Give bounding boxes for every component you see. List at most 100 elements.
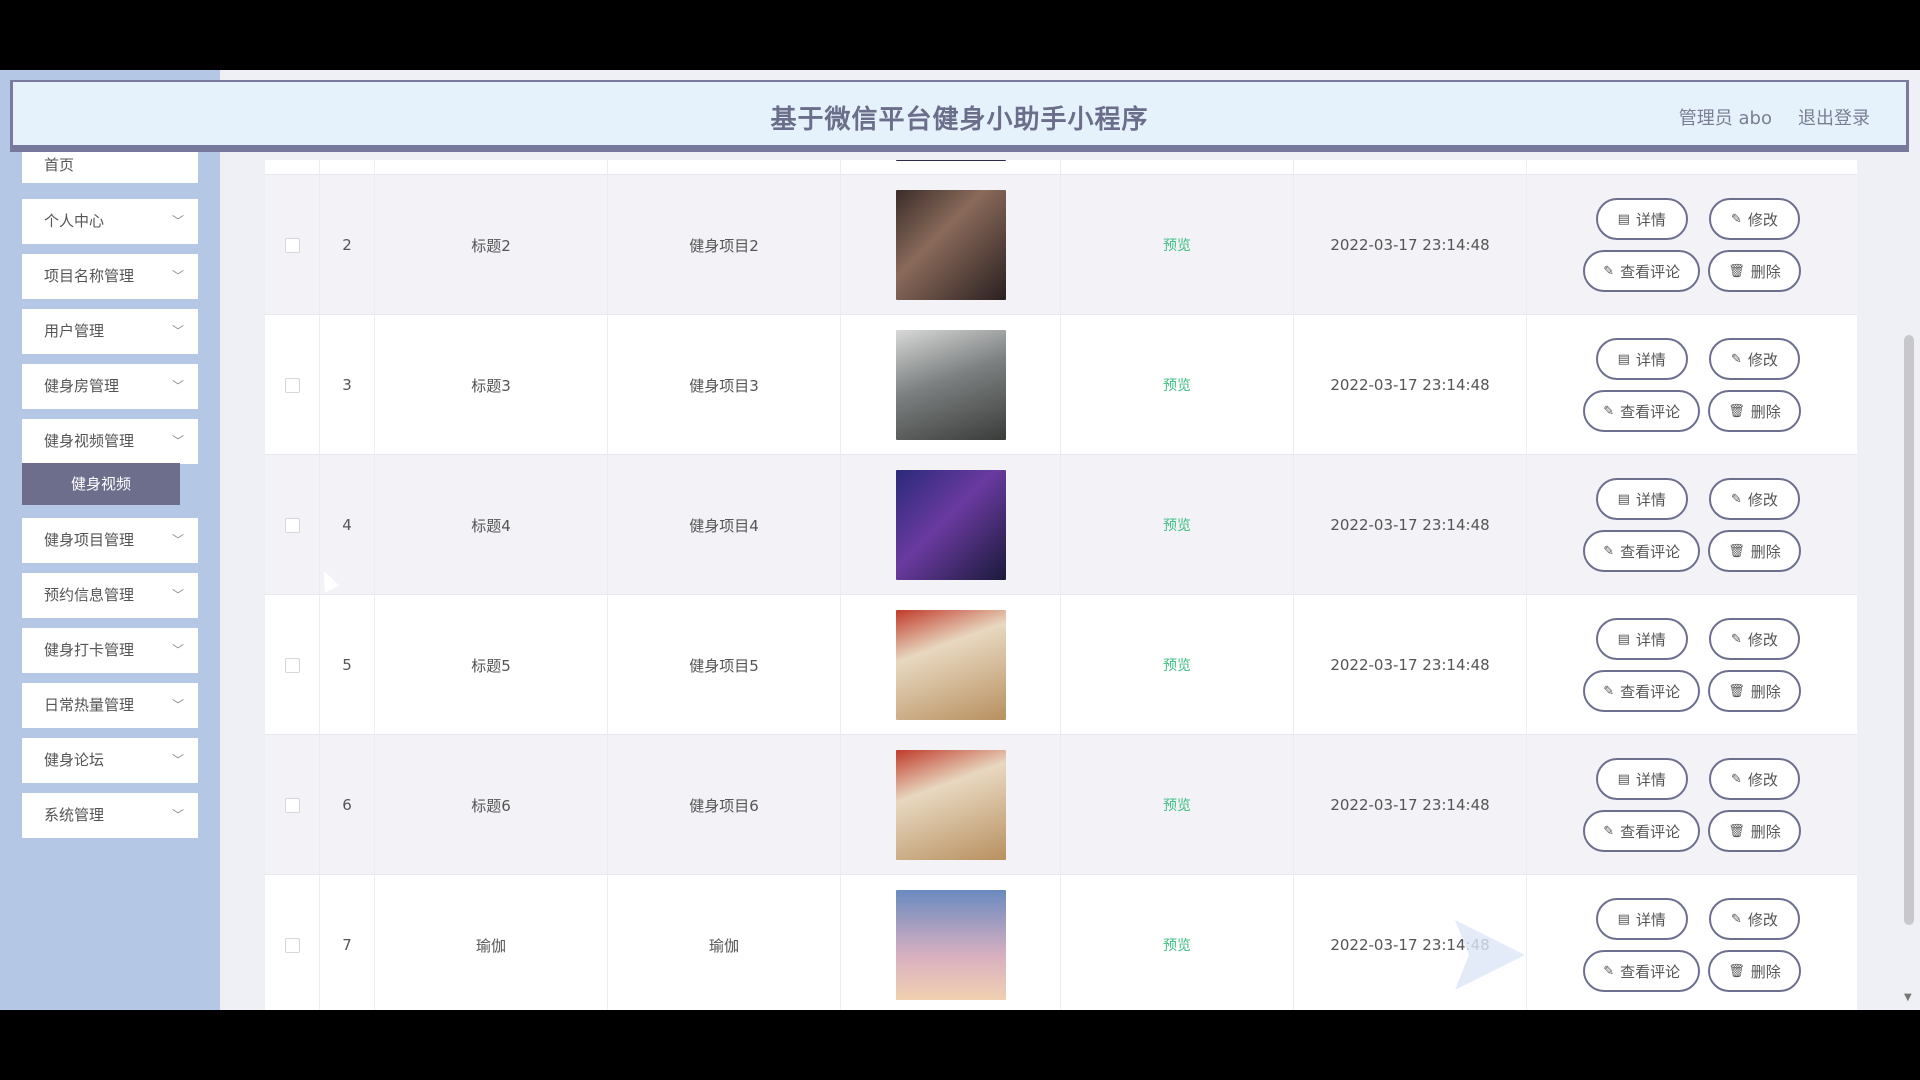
view-comments-button[interactable]: ✎ 查看评论	[1583, 810, 1701, 852]
delete-label: 删除	[1750, 542, 1781, 561]
preview-link[interactable]: 预览	[1163, 235, 1191, 255]
detail-button[interactable]: ▤ 详情	[1595, 338, 1688, 380]
edit-button[interactable]: ✎ 修改	[1708, 618, 1800, 660]
table-row: 7 瑜伽 瑜伽 预览 2022-03-17 23:14:48 ▤ 详情 ✎ 修改 ✎…	[265, 875, 1857, 1010]
detail-button[interactable]: ▤ 详情	[1595, 198, 1688, 240]
document-icon: ▤	[1617, 911, 1630, 927]
row-checkbox[interactable]	[284, 937, 300, 953]
edit-button[interactable]: ✎ 修改	[1708, 758, 1800, 800]
sidebar-item-label: 健身房管理	[44, 377, 120, 395]
row-checkbox[interactable]	[284, 517, 300, 533]
row-project: 健身项目6	[689, 796, 759, 815]
preview-link[interactable]: 预览	[1163, 515, 1191, 535]
delete-button[interactable]: 🗑 删除	[1708, 390, 1801, 432]
document-icon: ▤	[1617, 351, 1630, 367]
row-timestamp: 2022-03-17 23:14:48	[1330, 796, 1490, 814]
detail-button[interactable]: ▤ 详情	[1595, 898, 1688, 940]
view-comments-button[interactable]: ✎ 查看评论	[1583, 250, 1701, 292]
sidebar-item-calories[interactable]: 日常热量管理 ﹀	[22, 683, 198, 728]
scroll-down-arrow-icon[interactable]: ▼	[1904, 992, 1912, 1003]
vertical-scrollbar[interactable]	[1904, 335, 1914, 925]
preview-link[interactable]: 预览	[1163, 795, 1191, 815]
pencil-icon: ✎	[1603, 683, 1615, 699]
app-title: 基于微信平台健身小助手小程序	[770, 105, 1149, 135]
comments-label: 查看评论	[1620, 262, 1681, 281]
video-thumbnail[interactable]	[895, 470, 1006, 580]
video-thumbnail[interactable]	[895, 190, 1006, 300]
delete-button[interactable]: 🗑 删除	[1708, 950, 1801, 992]
sidebar-item-gyms[interactable]: 健身房管理 ﹀	[22, 364, 198, 409]
detail-label: 详情	[1635, 490, 1666, 509]
detail-button[interactable]: ▤ 详情	[1595, 758, 1688, 800]
pencil-icon: ✎	[1730, 911, 1742, 927]
pencil-icon: ✎	[1603, 963, 1615, 979]
sidebar-subitem-videos[interactable]: 健身视频	[22, 463, 180, 505]
sidebar-item-appointments[interactable]: 预约信息管理 ﹀	[22, 573, 198, 618]
logout-link[interactable]: 退出登录	[1798, 104, 1870, 130]
view-comments-button[interactable]: ✎ 查看评论	[1583, 950, 1701, 992]
view-comments-button[interactable]: ✎ 查看评论	[1583, 670, 1701, 712]
pencil-icon: ✎	[1603, 403, 1615, 419]
pencil-icon: ✎	[1730, 771, 1742, 787]
table-row: 5 标题5 健身项目5 预览 2022-03-17 23:14:48 ▤ 详情 ✎…	[265, 595, 1857, 735]
delete-button[interactable]: 🗑 删除	[1708, 670, 1801, 712]
edit-button[interactable]: ✎ 修改	[1708, 478, 1800, 520]
delete-button[interactable]: 🗑 删除	[1708, 530, 1801, 572]
edit-button[interactable]: ✎ 修改	[1708, 338, 1800, 380]
trash-icon: 🗑	[1728, 823, 1745, 839]
delete-button[interactable]: 🗑 删除	[1708, 250, 1801, 292]
chevron-down-icon: ﹀	[171, 214, 184, 228]
comments-label: 查看评论	[1620, 962, 1681, 981]
row-timestamp: 2022-03-17 23:14:48	[1330, 376, 1490, 394]
row-timestamp: 2022-03-17 23:14:48	[1330, 236, 1490, 254]
delete-button[interactable]: 🗑 删除	[1708, 810, 1801, 852]
sidebar-item-label: 系统管理	[44, 806, 105, 824]
row-title: 标题6	[471, 796, 511, 815]
video-thumbnail[interactable]	[895, 750, 1006, 860]
edit-label: 修改	[1747, 490, 1778, 509]
pencil-icon: ✎	[1603, 263, 1615, 279]
top-header: 基于微信平台健身小助手小程序 管理员 abo 退出登录	[10, 80, 1909, 152]
chevron-down-icon: ﹀	[171, 269, 184, 283]
sidebar-item-forum[interactable]: 健身论坛 ﹀	[22, 738, 198, 783]
row-checkbox[interactable]	[284, 797, 300, 813]
video-thumbnail[interactable]	[895, 330, 1006, 440]
row-index: 5	[342, 656, 352, 674]
sidebar-item-personal[interactable]: 个人中心 ﹀	[22, 199, 198, 244]
sidebar-item-label: 个人中心	[44, 212, 105, 230]
comments-label: 查看评论	[1620, 402, 1681, 421]
edit-button[interactable]: ✎ 修改	[1708, 898, 1800, 940]
view-comments-button[interactable]: ✎ 查看评论	[1583, 530, 1701, 572]
detail-button[interactable]: ▤ 详情	[1595, 478, 1688, 520]
sidebar-item-checkins[interactable]: 健身打卡管理 ﹀	[22, 628, 198, 673]
row-title: 标题3	[471, 376, 511, 395]
preview-link[interactable]: 预览	[1163, 935, 1191, 955]
sidebar-item-project-names[interactable]: 项目名称管理 ﹀	[22, 254, 198, 299]
detail-label: 详情	[1635, 350, 1666, 369]
edit-button[interactable]: ✎ 修改	[1708, 198, 1800, 240]
table-row: 4 标题4 健身项目4 预览 2022-03-17 23:14:48 ▤ 详情 ✎…	[265, 455, 1857, 595]
sidebar-item-videos[interactable]: 健身视频管理 ﹀	[22, 419, 198, 464]
row-checkbox[interactable]	[284, 657, 300, 673]
detail-button[interactable]: ▤ 详情	[1595, 618, 1688, 660]
video-thumbnail[interactable]	[895, 890, 1006, 1000]
row-project: 健身项目4	[689, 516, 759, 535]
table-row	[265, 160, 1857, 175]
chevron-down-icon: ﹀	[171, 753, 184, 767]
preview-link[interactable]: 预览	[1163, 655, 1191, 675]
sidebar-item-users[interactable]: 用户管理 ﹀	[22, 309, 198, 354]
chevron-down-icon: ﹀	[171, 324, 184, 338]
video-thumbnail[interactable]	[895, 610, 1006, 720]
sidebar-item-system[interactable]: 系统管理 ﹀	[22, 793, 198, 838]
view-comments-button[interactable]: ✎ 查看评论	[1583, 390, 1701, 432]
row-checkbox[interactable]	[284, 237, 300, 253]
row-checkbox[interactable]	[284, 377, 300, 393]
edit-label: 修改	[1747, 770, 1778, 789]
delete-label: 删除	[1750, 822, 1781, 841]
sidebar-item-label: 项目名称管理	[44, 267, 135, 285]
sidebar-item-fitness-projects[interactable]: 健身项目管理 ﹀	[22, 518, 198, 563]
row-timestamp: 2022-03-17 23:14:48	[1330, 656, 1490, 674]
sidebar-item-label: 健身论坛	[44, 751, 105, 769]
trash-icon: 🗑	[1728, 543, 1745, 559]
preview-link[interactable]: 预览	[1163, 375, 1191, 395]
